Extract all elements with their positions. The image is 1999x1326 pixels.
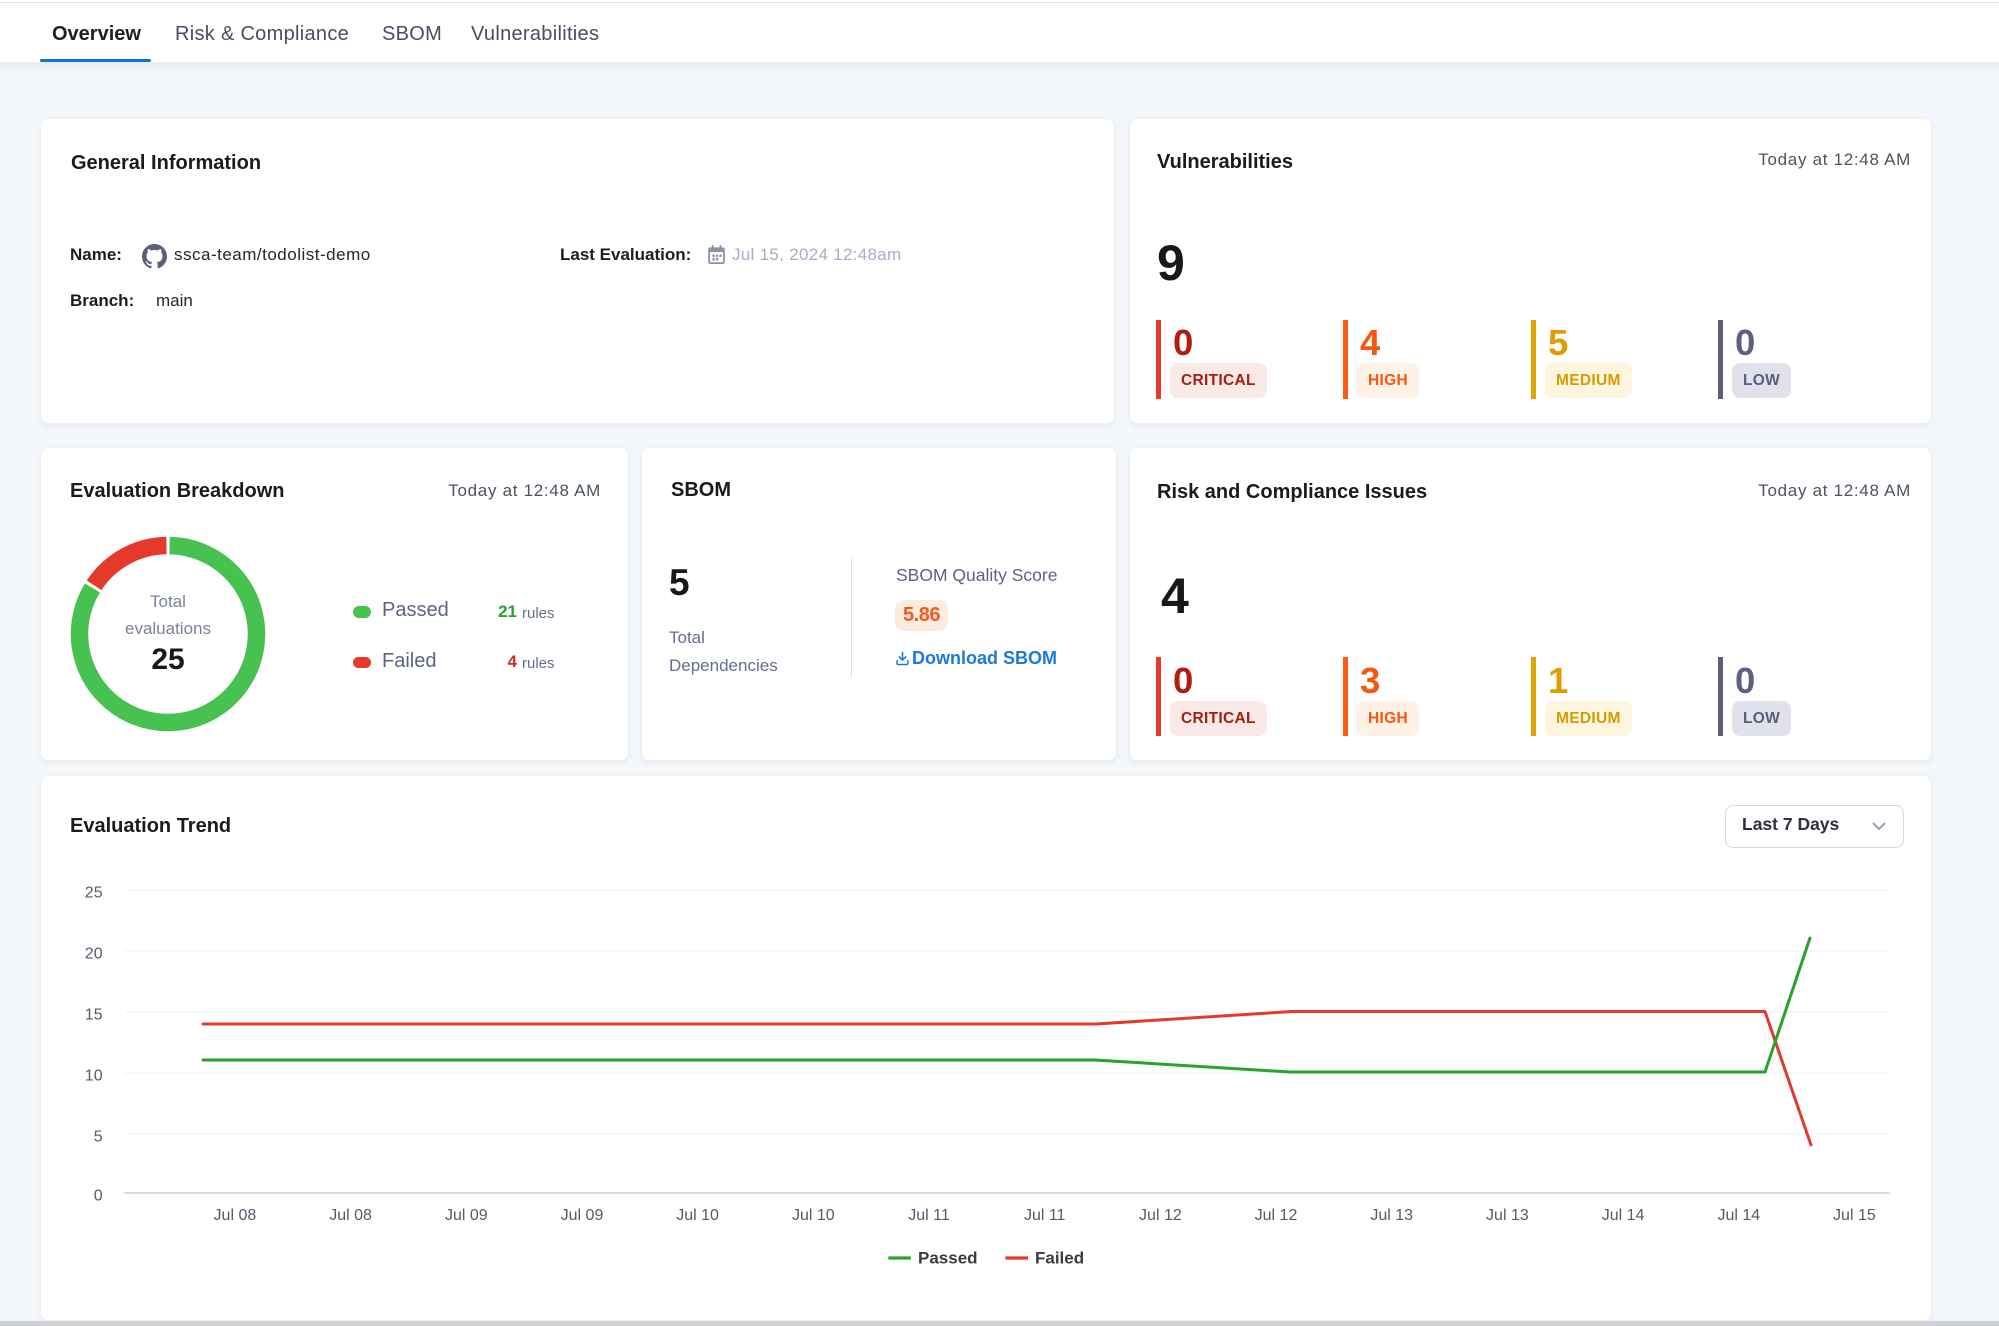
svg-text:Passed: Passed xyxy=(918,1249,978,1268)
svg-text:15: 15 xyxy=(85,1007,103,1024)
svg-text:Jul 10: Jul 10 xyxy=(676,1207,719,1224)
svg-text:Jul 09: Jul 09 xyxy=(561,1207,604,1224)
svg-text:25: 25 xyxy=(85,885,103,902)
svg-text:Jul 08: Jul 08 xyxy=(329,1207,372,1224)
svg-text:Jul 14: Jul 14 xyxy=(1717,1207,1760,1224)
svg-text:Jul 08: Jul 08 xyxy=(214,1207,257,1224)
svg-text:Failed: Failed xyxy=(1035,1249,1084,1268)
svg-text:Jul 09: Jul 09 xyxy=(445,1207,488,1224)
svg-text:Jul 13: Jul 13 xyxy=(1370,1207,1413,1224)
svg-text:Jul 15: Jul 15 xyxy=(1833,1207,1876,1224)
svg-text:Jul 13: Jul 13 xyxy=(1486,1207,1529,1224)
svg-text:Jul 11: Jul 11 xyxy=(908,1207,950,1224)
svg-text:Jul 12: Jul 12 xyxy=(1139,1207,1182,1224)
svg-text:5: 5 xyxy=(94,1129,103,1146)
svg-text:Jul 12: Jul 12 xyxy=(1255,1207,1298,1224)
svg-text:Jul 14: Jul 14 xyxy=(1602,1207,1645,1224)
svg-text:Jul 11: Jul 11 xyxy=(1024,1207,1066,1224)
svg-text:Jul 10: Jul 10 xyxy=(792,1207,835,1224)
svg-text:10: 10 xyxy=(85,1068,103,1085)
svg-text:0: 0 xyxy=(94,1188,103,1205)
svg-text:20: 20 xyxy=(85,946,103,963)
